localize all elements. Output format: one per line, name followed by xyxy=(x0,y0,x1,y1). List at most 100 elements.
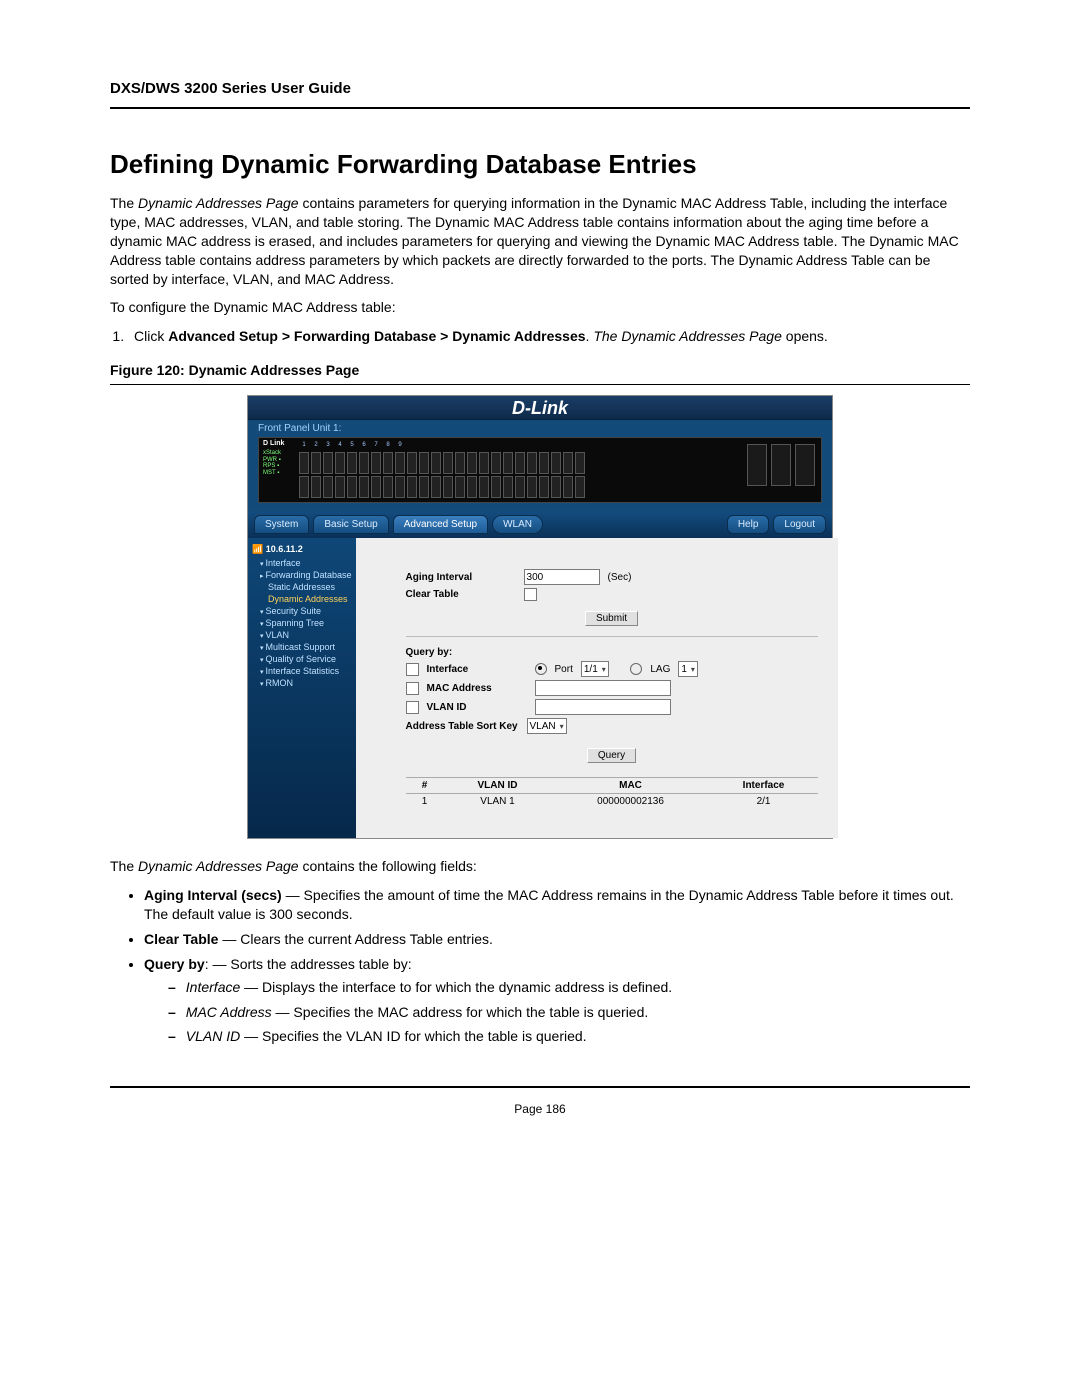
fields-intro: The Dynamic Addresses Page contains the … xyxy=(110,857,970,876)
sidebar-item-rmon[interactable]: RMON xyxy=(252,677,352,689)
sidebar-item-interface-statistics[interactable]: Interface Statistics xyxy=(252,665,352,677)
sidebar-item-dynamic-addresses[interactable]: Dynamic Addresses xyxy=(252,593,352,605)
col-num: # xyxy=(406,778,444,793)
sidebar-item-quality-of-service[interactable]: Quality of Service xyxy=(252,653,352,665)
query-button[interactable]: Query xyxy=(587,748,636,763)
sidebar-item-spanning-tree[interactable]: Spanning Tree xyxy=(252,617,352,629)
steps-list: Click Advanced Setup > Forwarding Databa… xyxy=(128,327,970,346)
fields-intro-page: Dynamic Addresses Page xyxy=(138,858,299,874)
results-header: # VLAN ID MAC Interface xyxy=(406,777,818,794)
step1-prefix: Click xyxy=(134,328,168,344)
page-number: Page 186 xyxy=(110,1102,970,1116)
config-line: To configure the Dynamic MAC Address tab… xyxy=(110,298,970,317)
device-chassis: D Link xStackPWR ▪RPS ▪MST ▪ 1 2 3 4 5 6… xyxy=(258,437,822,503)
device-brand-label: D Link xyxy=(263,440,284,447)
guide-title: DXS/DWS 3200 Series User Guide xyxy=(110,80,970,97)
device-leds: xStackPWR ▪RPS ▪MST ▪ xyxy=(263,450,281,476)
query-vlan-checkbox[interactable] xyxy=(406,701,419,714)
sort-key-label: Address Table Sort Key xyxy=(406,721,519,732)
query-mac-label: MAC Address xyxy=(427,683,527,694)
field-clear-name: Clear Table xyxy=(144,931,218,947)
vlan-id-input[interactable] xyxy=(535,699,671,715)
tab-basic-setup[interactable]: Basic Setup xyxy=(313,515,388,534)
query-interface-label: Interface xyxy=(427,664,527,675)
intro-page-name: Dynamic Addresses Page xyxy=(138,195,299,211)
clear-table-label: Clear Table xyxy=(406,589,516,600)
tab-wlan[interactable]: WLAN xyxy=(492,515,543,534)
clear-table-checkbox[interactable] xyxy=(524,588,537,601)
nav-sidebar: 📶 10.6.11.2 Interface Forwarding Databas… xyxy=(248,538,356,838)
sidebar-item-static-addresses[interactable]: Static Addresses xyxy=(252,581,352,593)
sidebar-item-multicast-support[interactable]: Multicast Support xyxy=(252,641,352,653)
query-sublist: Interface — Displays the interface to fo… xyxy=(168,978,970,1047)
sub-mac-name: MAC Address xyxy=(186,1004,272,1020)
sidebar-item-forwarding-database[interactable]: Forwarding Database xyxy=(252,569,352,581)
sub-mac: MAC Address — Specifies the MAC address … xyxy=(168,1003,970,1022)
tab-system[interactable]: System xyxy=(254,515,309,534)
port-label: Port xyxy=(555,664,573,675)
sidebar-item-security-suite[interactable]: Security Suite xyxy=(252,605,352,617)
port-select[interactable]: 1/1 xyxy=(581,661,609,677)
sub-vlan: VLAN ID — Specifies the VLAN ID for whic… xyxy=(168,1027,970,1046)
help-button[interactable]: Help xyxy=(727,515,770,534)
col-interface: Interface xyxy=(710,778,818,793)
sidebar-ip-value: 10.6.11.2 xyxy=(266,544,303,554)
intro-prefix: The xyxy=(110,195,138,211)
cell-vlan: VLAN 1 xyxy=(444,794,552,809)
sidebar-ip: 📶 10.6.11.2 xyxy=(252,544,352,555)
field-aging-name: Aging Interval (secs) xyxy=(144,887,282,903)
lag-select[interactable]: 1 xyxy=(678,661,698,677)
sidebar-item-vlan[interactable]: VLAN xyxy=(252,629,352,641)
logout-button[interactable]: Logout xyxy=(773,515,826,534)
field-clear-desc: — Clears the current Address Table entri… xyxy=(218,931,492,947)
step1-result: The Dynamic Addresses Page xyxy=(593,328,782,344)
mac-address-input[interactable] xyxy=(535,680,671,696)
port-radio[interactable] xyxy=(535,663,547,675)
table-row: 1 VLAN 1 000000002136 2/1 xyxy=(406,794,818,809)
sub-vlan-desc: — Specifies the VLAN ID for which the ta… xyxy=(240,1028,586,1044)
field-query-by: Query by: — Sorts the addresses table by… xyxy=(144,955,970,1047)
field-query-name: Query by xyxy=(144,956,205,972)
field-clear-table: Clear Table — Clears the current Address… xyxy=(144,930,970,949)
aging-interval-label: Aging Interval xyxy=(406,572,516,583)
col-mac: MAC xyxy=(552,778,710,793)
cell-interface: 2/1 xyxy=(710,794,818,809)
sort-key-select[interactable]: VLAN xyxy=(527,718,567,734)
sub-interface: Interface — Displays the interface to fo… xyxy=(168,978,970,997)
sub-interface-name: Interface xyxy=(186,979,240,995)
field-query-desc: : — Sorts the addresses table by: xyxy=(205,956,412,972)
aging-interval-input[interactable] xyxy=(524,569,600,585)
fields-intro-rest: contains the following fields: xyxy=(299,858,477,874)
figure-caption: Figure 120: Dynamic Addresses Page xyxy=(110,362,970,378)
brand-logo: D-Link xyxy=(248,396,832,420)
col-vlan-id: VLAN ID xyxy=(444,778,552,793)
figure-rule xyxy=(110,384,970,385)
lag-label: LAG xyxy=(650,664,670,675)
submit-button[interactable]: Submit xyxy=(585,611,638,626)
front-panel: D Link xStackPWR ▪RPS ▪MST ▪ 1 2 3 4 5 6… xyxy=(248,437,832,511)
query-mac-checkbox[interactable] xyxy=(406,682,419,695)
tab-bar: System Basic Setup Advanced Setup WLAN H… xyxy=(248,511,832,538)
sub-vlan-name: VLAN ID xyxy=(186,1028,240,1044)
cell-num: 1 xyxy=(406,794,444,809)
query-vlan-label: VLAN ID xyxy=(427,702,527,713)
cell-mac: 000000002136 xyxy=(552,794,710,809)
content-pane: Aging Interval (Sec) Clear Table Submit … xyxy=(356,538,838,838)
query-interface-checkbox[interactable] xyxy=(406,663,419,676)
section-heading: Defining Dynamic Forwarding Database Ent… xyxy=(110,149,970,180)
sub-mac-desc: — Specifies the MAC address for which th… xyxy=(272,1004,649,1020)
tab-advanced-setup[interactable]: Advanced Setup xyxy=(393,515,488,534)
step-1: Click Advanced Setup > Forwarding Databa… xyxy=(128,327,970,346)
screenshot-figure: D-Link Front Panel Unit 1: D Link xStack… xyxy=(247,395,833,839)
step1-path: Advanced Setup > Forwarding Database > D… xyxy=(168,328,585,344)
footer-rule xyxy=(110,1086,970,1088)
query-by-heading: Query by: xyxy=(406,647,818,658)
front-panel-label: Front Panel Unit 1: xyxy=(248,420,832,437)
lag-radio[interactable] xyxy=(630,663,642,675)
step1-end: opens. xyxy=(782,328,828,344)
aging-interval-unit: (Sec) xyxy=(608,572,632,583)
fields-intro-prefix: The xyxy=(110,858,138,874)
field-aging-interval: Aging Interval (secs) — Specifies the am… xyxy=(144,886,970,924)
intro-paragraph: The Dynamic Addresses Page contains para… xyxy=(110,194,970,288)
sidebar-item-interface[interactable]: Interface xyxy=(252,557,352,569)
